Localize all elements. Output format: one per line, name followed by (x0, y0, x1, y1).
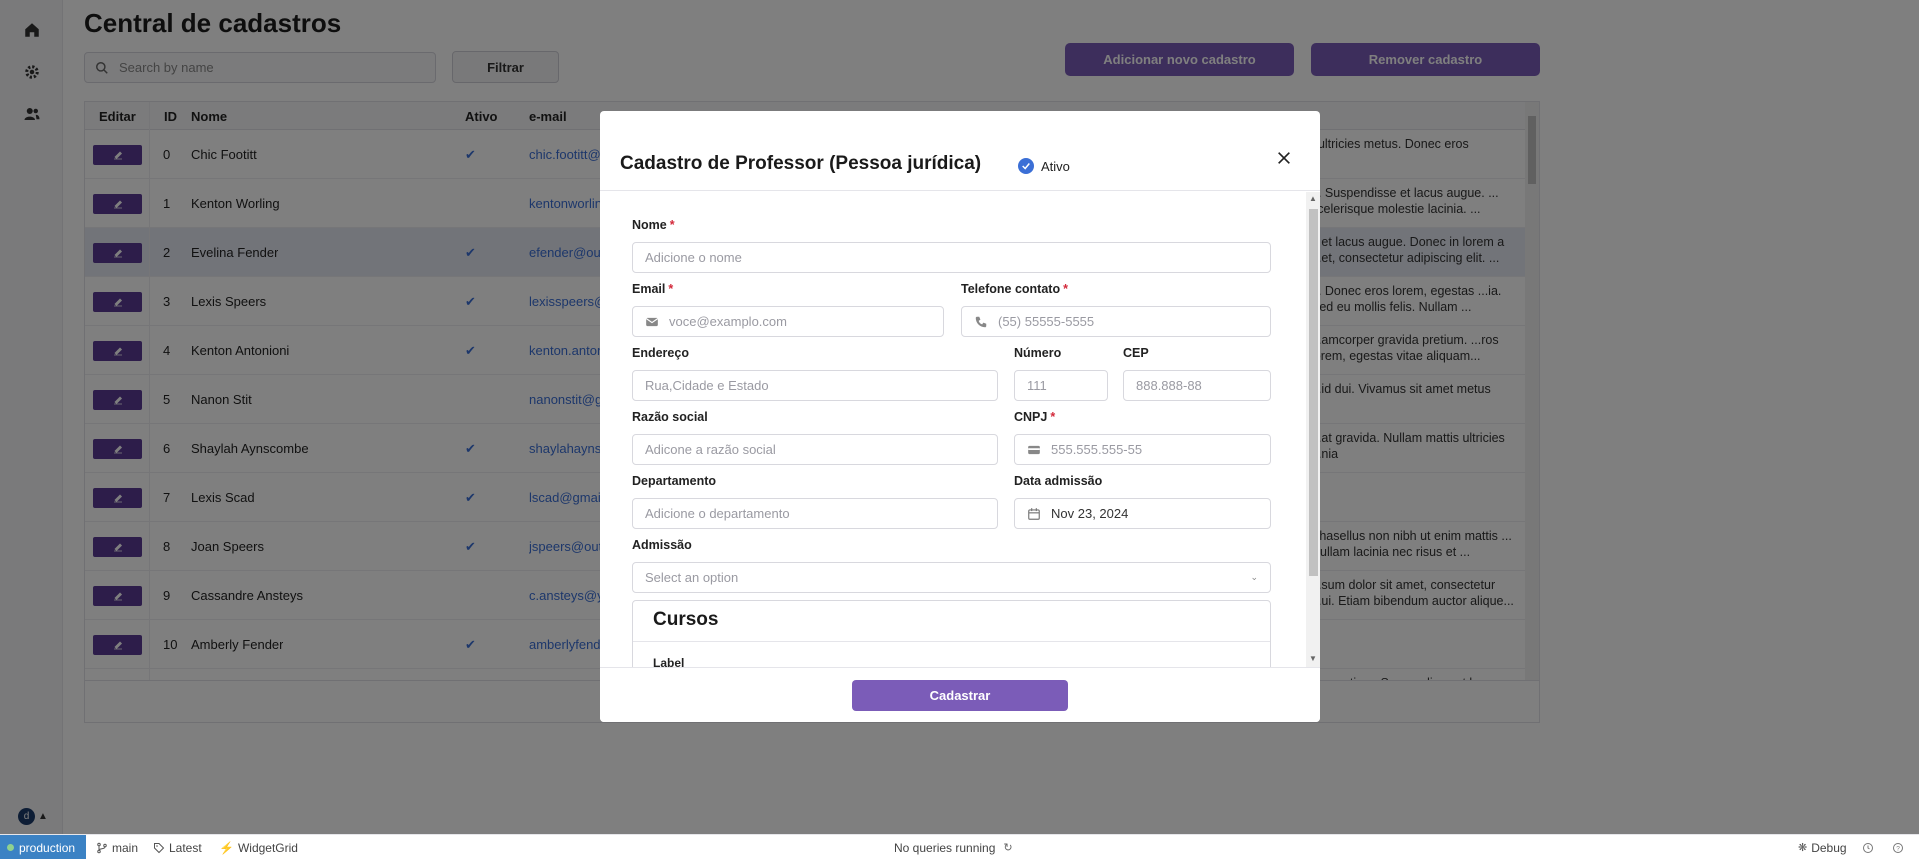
cursos-field-label: Label (653, 656, 685, 667)
numero-label: Número (1014, 346, 1062, 360)
departamento-placeholder: Adicione o departamento (645, 506, 790, 521)
endereco-label: Endereço (632, 346, 689, 360)
calendar-icon (1028, 507, 1040, 520)
tag-label: Latest (169, 840, 202, 855)
status-bar: production main Latest ⚡ WidgetGrid No q… (0, 834, 1919, 859)
branch-label: main (112, 840, 139, 855)
endereco-field[interactable]: Rua,Cidade e Estado (632, 370, 998, 401)
modal-title: Cadastro de Professor (Pessoa jurídica) (620, 153, 982, 174)
scroll-down-icon[interactable]: ▼ (1309, 654, 1317, 663)
cnpj-label: CNPJ * (1014, 410, 1056, 424)
cep-label: CEP (1123, 346, 1149, 360)
status-dot-icon (7, 844, 14, 851)
razao-label: Razão social (632, 410, 708, 424)
telefone-placeholder: (55) 55555-5555 (998, 314, 1095, 329)
help-icon[interactable]: ? (1892, 835, 1904, 859)
nome-label: Nome * (632, 218, 675, 232)
numero-field[interactable]: 111 (1014, 370, 1108, 401)
cadastrar-button[interactable]: Cadastrar (852, 680, 1068, 711)
email-placeholder: voce@examplo.com (669, 314, 787, 329)
modal-scrollbar[interactable]: ▲ ▼ (1306, 192, 1320, 667)
phone-icon (975, 316, 987, 327)
data-admissao-field[interactable]: Nov 23, 2024 (1014, 498, 1271, 529)
query-status-label: No queries running (894, 840, 996, 855)
checkmark-icon (1018, 158, 1034, 174)
scroll-up-icon[interactable]: ▲ (1309, 194, 1317, 203)
modal-header: Cadastro de Professor (Pessoa jurídica) … (600, 111, 1320, 191)
nome-placeholder: Adicione o nome (645, 250, 742, 265)
endereco-placeholder: Rua,Cidade e Estado (645, 378, 769, 393)
razao-placeholder: Adicone a razão social (645, 442, 776, 457)
email-field[interactable]: voce@examplo.com (632, 306, 944, 337)
numero-placeholder: 111 (1027, 378, 1047, 393)
widget-indicator[interactable]: ⚡ WidgetGrid (219, 835, 298, 859)
lightning-icon: ⚡ (219, 840, 234, 855)
razao-field[interactable]: Adicone a razão social (632, 434, 998, 465)
tag-indicator[interactable]: Latest (153, 835, 202, 859)
email-label: Email * (632, 282, 674, 296)
modal-scrollbar-thumb[interactable] (1309, 209, 1318, 576)
history-icon[interactable] (1862, 835, 1874, 859)
data-admissao-label: Data admissão (1014, 474, 1103, 488)
git-branch-icon (97, 842, 107, 853)
admissao-select[interactable]: Select an option ⌄ (632, 562, 1271, 593)
cnpj-field[interactable]: 555.555.555-55 (1014, 434, 1271, 465)
environment-label: production (19, 840, 76, 855)
cep-field[interactable]: 888.888-88 (1123, 370, 1271, 401)
ativo-label: Ativo (1041, 158, 1070, 174)
refresh-icon[interactable]: ↻ (1003, 841, 1012, 854)
telefone-field[interactable]: (55) 55555-5555 (961, 306, 1271, 337)
ativo-checkbox[interactable]: Ativo (1018, 158, 1070, 174)
credit-card-icon (1028, 445, 1040, 454)
chevron-down-icon: ⌄ (1250, 572, 1258, 582)
debug-label: Debug (1811, 840, 1847, 855)
debug-button[interactable]: ❋ Debug (1798, 835, 1847, 859)
branch-indicator[interactable]: main (96, 835, 138, 859)
bug-icon: ❋ (1798, 842, 1808, 854)
admissao-placeholder: Select an option (645, 570, 739, 585)
nome-field[interactable]: Adicione o nome (632, 242, 1271, 273)
data-admissao-value: Nov 23, 2024 (1051, 506, 1129, 521)
environment-badge[interactable]: production (0, 835, 86, 859)
cursos-section: Cursos Label (632, 600, 1271, 667)
cep-placeholder: 888.888-88 (1136, 378, 1202, 393)
cursos-title: Cursos (653, 609, 719, 630)
tag-icon (154, 842, 165, 853)
departamento-label: Departamento (632, 474, 717, 488)
admissao-label: Admissão (632, 538, 692, 552)
telefone-label: Telefone contato * (961, 282, 1068, 296)
widget-label: WidgetGrid (237, 840, 298, 855)
modal-body: Nome * Adicione o nome Email * voce@exampl… (600, 192, 1320, 667)
modal-footer: Cadastrar (600, 667, 1320, 722)
cnpj-placeholder: 555.555.555-55 (1051, 442, 1143, 457)
close-icon[interactable] (1273, 147, 1295, 169)
query-status: No queries running ↻ (894, 835, 1013, 859)
svg-text:?: ? (1896, 845, 1900, 852)
envelope-icon (645, 317, 659, 326)
cursos-divider (633, 641, 1270, 642)
departamento-field[interactable]: Adicione o departamento (632, 498, 998, 529)
register-modal: Cadastro de Professor (Pessoa jurídica) … (600, 111, 1320, 722)
